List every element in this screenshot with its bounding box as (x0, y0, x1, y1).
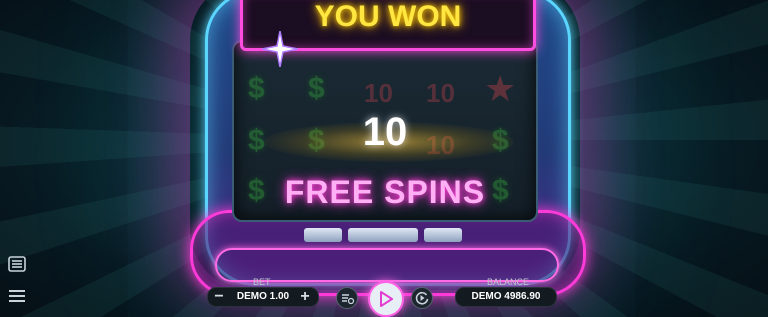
play-icon (380, 291, 393, 307)
cabinet-button (304, 228, 342, 242)
reel-symbol-ten: 10 (364, 78, 393, 108)
menu-icon[interactable] (8, 288, 26, 304)
reel-symbol-dollar: $ (248, 72, 265, 105)
cabinet-buttons (300, 228, 470, 242)
balance-value: DEMO 4986.90 (471, 291, 541, 302)
bet-control: − DEMO 1.00 + (207, 287, 319, 307)
spin-button[interactable] (368, 281, 404, 317)
bet-value: DEMO 1.00 (236, 291, 290, 302)
balance-display: DEMO 4986.90 (455, 287, 557, 307)
cabinet-button (348, 228, 418, 242)
replay-icon[interactable] (411, 287, 433, 309)
free-spins-label: FREE SPINS (284, 174, 486, 210)
win-banner-title: YOU WON (314, 0, 462, 33)
bet-label: BET (253, 277, 271, 287)
cabinet-button (424, 228, 462, 242)
reel-symbol-dollar: $ (308, 72, 325, 105)
balance-label: BALANCE (487, 277, 530, 287)
bet-decrease-button[interactable]: − (210, 288, 228, 306)
autoplay-settings-icon[interactable] (336, 287, 358, 309)
sparkle-icon (262, 31, 298, 67)
free-spins-count: 10 (362, 110, 408, 154)
reel-symbol-star: ★ (484, 68, 517, 109)
reel-screen: $ $ 10 10 ★ $ $ 10 $ $ $ 10 FREE SPINS (232, 40, 538, 222)
paytable-icon[interactable] (8, 256, 26, 272)
reel-symbol-ten: 10 (426, 78, 455, 108)
bet-increase-button[interactable]: + (296, 288, 314, 306)
